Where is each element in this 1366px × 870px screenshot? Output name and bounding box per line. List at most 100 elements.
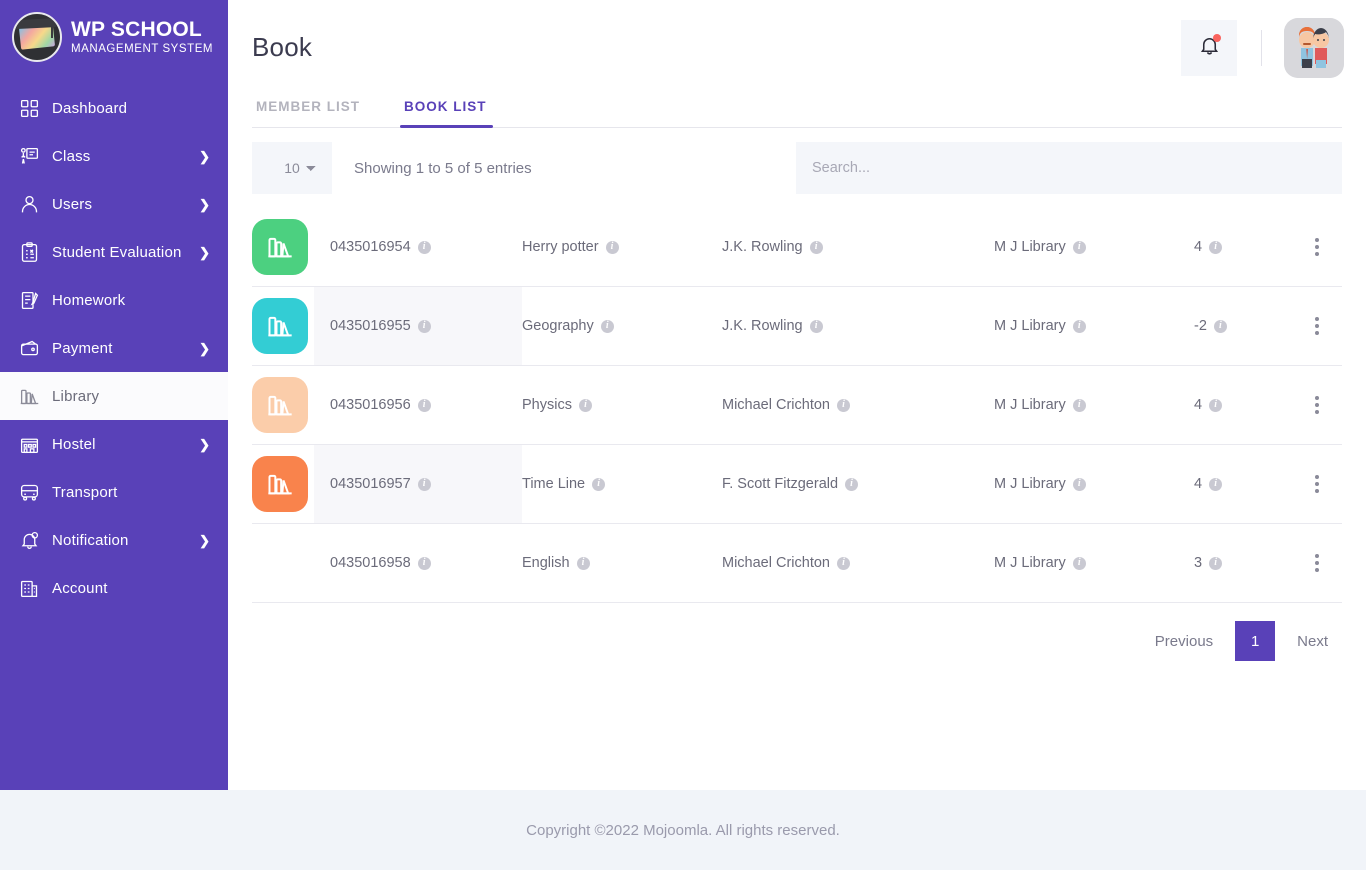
row-icon-cell [252, 219, 314, 275]
info-icon[interactable]: i [592, 477, 606, 491]
info-icon[interactable]: i [417, 556, 431, 570]
row-icon-cell [252, 377, 314, 433]
author-text: F. Scott Fitzgerald [722, 476, 839, 492]
tab-book-list[interactable]: BOOK LIST [400, 99, 493, 128]
quantity-text: -2 [1194, 318, 1207, 334]
table-row[interactable]: 0435016958 i English i Michael Crichton i M… [252, 524, 1342, 603]
info-icon[interactable]: i [417, 477, 431, 491]
sidebar-item-label: Library [52, 387, 100, 405]
author-text: Michael Crichton [722, 555, 830, 571]
quantity-text: 3 [1194, 555, 1203, 571]
sidebar-item-transport[interactable]: Transport [0, 468, 228, 516]
book-name-text: English [522, 555, 570, 571]
info-icon[interactable]: i [417, 319, 431, 333]
kebab-menu-icon[interactable] [1309, 390, 1325, 420]
info-icon[interactable]: i [1072, 398, 1086, 412]
pagination: Previous 1 Next [252, 621, 1342, 661]
page-number-1[interactable]: 1 [1235, 621, 1276, 661]
cell-actions [1292, 366, 1342, 444]
cell-quantity: 4i [1194, 366, 1292, 444]
info-icon[interactable]: i [417, 240, 431, 254]
sidebar-item-users[interactable]: Users ❯ [0, 180, 228, 228]
previous-page-button[interactable]: Previous [1141, 621, 1227, 661]
bus-icon [16, 480, 42, 504]
wallet-icon [16, 336, 42, 360]
info-icon[interactable]: i [809, 240, 823, 254]
table-row[interactable]: 0435016956 i Physics i Michael Crichton i M… [252, 366, 1342, 445]
info-icon[interactable]: i [809, 319, 823, 333]
main-content: Book MEMBER LIST BOOK LIST 10 Showing 1 … [228, 0, 1366, 790]
sidebar-item-student-evaluation[interactable]: Student Evaluation ❯ [0, 228, 228, 276]
cell-quantity: -2 i [1194, 287, 1292, 365]
author-text: J.K. Rowling [722, 318, 803, 334]
cell-author: Michael Crichton i [722, 366, 994, 444]
chevron-right-icon: ❯ [199, 148, 210, 164]
footer: Copyright ©2022 Mojoomla. All rights res… [0, 790, 1366, 870]
sidebar-item-payment[interactable]: Payment ❯ [0, 324, 228, 372]
info-icon[interactable]: i [1072, 319, 1086, 333]
info-icon[interactable]: i [1072, 477, 1086, 491]
page-length-select[interactable]: 10 25 50 100 [252, 142, 332, 194]
info-icon[interactable]: i [845, 477, 859, 491]
kebab-menu-icon[interactable] [1309, 311, 1325, 341]
tab-bar: MEMBER LIST BOOK LIST [228, 99, 1366, 128]
quantity-text: 4 [1194, 239, 1203, 255]
books-icon [252, 219, 308, 275]
kebab-menu-icon[interactable] [1309, 469, 1325, 499]
library-text: M J Library [994, 239, 1066, 255]
cell-book-id: 0435016955 i [314, 287, 522, 365]
info-icon[interactable]: i [837, 556, 850, 570]
page-title: Book [252, 32, 313, 62]
library-text: M J Library [994, 476, 1066, 492]
sidebar-item-dashboard[interactable]: Dashboard [0, 84, 228, 132]
info-icon[interactable]: i [417, 398, 431, 412]
book-id-text: 0435016958 [330, 555, 411, 571]
avatar[interactable] [1284, 17, 1344, 78]
sidebar-item-library[interactable]: Library [0, 372, 228, 420]
chevron-right-icon: ❯ [199, 532, 210, 548]
info-icon[interactable]: i [1072, 556, 1086, 570]
notification-button[interactable] [1181, 19, 1237, 76]
sidebar-item-hostel[interactable]: Hostel ❯ [0, 420, 228, 468]
info-icon[interactable]: i [576, 556, 590, 570]
info-icon[interactable]: i [837, 398, 850, 412]
table-row[interactable]: 0435016954 i Herry potter i J.K. Rowling i … [252, 208, 1342, 287]
info-icon[interactable]: i [1209, 240, 1223, 254]
kebab-menu-icon[interactable] [1309, 548, 1325, 578]
sidebar-item-homework[interactable]: Homework [0, 276, 228, 324]
info-icon[interactable]: i [1209, 556, 1223, 570]
sidebar-item-account[interactable]: Account [0, 564, 228, 612]
tab-member-list[interactable]: MEMBER LIST [252, 99, 366, 127]
info-icon[interactable]: i [1072, 240, 1086, 254]
next-page-button[interactable]: Next [1283, 621, 1342, 661]
table-row[interactable]: 0435016955 i Geography i J.K. Rowling i M J… [252, 287, 1342, 366]
info-icon[interactable]: i [1213, 319, 1227, 333]
sidebar-item-class[interactable]: Class ❯ [0, 132, 228, 180]
books-icon [252, 456, 308, 512]
sidebar-item-notification[interactable]: Notification ❯ [0, 516, 228, 564]
info-icon[interactable]: i [1209, 477, 1223, 491]
sidebar-nav: Dashboard Class ❯ Users ❯ Student Evalua… [0, 84, 228, 612]
cell-book-name: English i [522, 524, 722, 602]
brand-subtitle: MANAGEMENT SYSTEM [71, 43, 214, 56]
teacher-icon [16, 144, 42, 168]
info-icon[interactable]: i [605, 240, 619, 254]
info-icon[interactable]: i [600, 319, 614, 333]
row-icon-cell [252, 535, 314, 591]
library-text: M J Library [994, 318, 1066, 334]
cell-quantity: 3i [1194, 524, 1292, 602]
building-icon [16, 576, 42, 600]
sidebar-item-label: Homework [52, 291, 126, 309]
search-input[interactable] [796, 142, 1342, 194]
table-row[interactable]: 0435016957 i Time Line i F. Scott Fitzgera… [252, 445, 1342, 524]
info-icon[interactable]: i [578, 398, 592, 412]
sidebar-item-label: Dashboard [52, 99, 128, 117]
cell-actions [1292, 287, 1342, 365]
info-icon[interactable]: i [1209, 398, 1223, 412]
kebab-menu-icon[interactable] [1309, 232, 1325, 262]
brand-header[interactable]: WP SCHOOL MANAGEMENT SYSTEM [0, 0, 228, 74]
bell-icon [16, 528, 42, 552]
quantity-text: 4 [1194, 476, 1203, 492]
book-name-text: Physics [522, 397, 572, 413]
author-text: J.K. Rowling [722, 239, 803, 255]
